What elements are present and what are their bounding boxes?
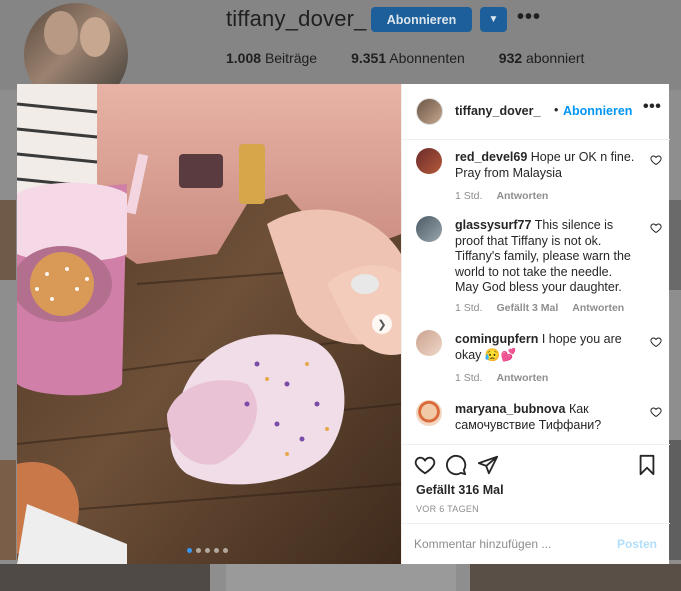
reply-button[interactable]: Antworten	[572, 302, 624, 314]
stat-posts: 1.008 Beiträge	[226, 50, 318, 66]
reply-button[interactable]: Antworten	[496, 190, 548, 202]
post-photo[interactable]: ❯	[17, 84, 401, 564]
carousel-dot	[187, 548, 192, 553]
stat-following[interactable]: 932 abonniert	[499, 50, 585, 66]
more-options-icon[interactable]: •••	[643, 98, 661, 116]
commenter-avatar[interactable]	[416, 148, 442, 174]
comment-likes-count[interactable]: Gefällt 3 Mal	[496, 302, 558, 314]
comment-meta: 1 Std. Antworten	[455, 372, 548, 384]
grid-tile[interactable]	[0, 564, 210, 591]
comment-time[interactable]: 1 Std.	[455, 190, 482, 202]
comment-meta: 1 Std. Gefällt 3 Mal Antworten	[455, 302, 624, 314]
comment-time[interactable]: 1 Std.	[455, 302, 482, 314]
post-timestamp[interactable]: VOR 6 TAGEN	[416, 504, 479, 514]
post-modal: ❯ tiffany_dover_ • Abonnieren ••• red_de…	[17, 84, 670, 564]
profile-stats: 1.008 Beiträge 9.351 Abonnenten 932 abon…	[226, 50, 584, 66]
post-comment-button[interactable]: Posten	[617, 537, 657, 551]
comment-text: maryana_bubnova Как самочувствие Тиффани…	[455, 402, 635, 433]
reply-button[interactable]: Antworten	[496, 372, 548, 384]
chevron-down-icon[interactable]: ▼	[480, 7, 507, 32]
milkshake-photo-image	[17, 84, 401, 564]
post-side-panel: tiffany_dover_ • Abonnieren ••• red_deve…	[401, 84, 670, 564]
stat-followers[interactable]: 9.351 Abonnenten	[351, 50, 465, 66]
commenter-avatar[interactable]	[416, 330, 442, 356]
comments-list[interactable]: red_devel69 Hope ur OK n fine. Pray from…	[402, 140, 670, 444]
commenter-avatar[interactable]	[416, 400, 442, 426]
comment-time[interactable]: 1 Std.	[455, 372, 482, 384]
post-author-avatar[interactable]	[416, 98, 443, 125]
comment-text: comingupfern I hope you are okay 😥💕	[455, 332, 635, 363]
carousel-dot	[214, 548, 219, 553]
grid-tile[interactable]	[669, 200, 681, 290]
comment-text: glassysurf77 This silence is proof that …	[455, 218, 635, 296]
heart-icon[interactable]	[650, 222, 662, 234]
comment-text: red_devel69 Hope ur OK n fine. Pray from…	[455, 150, 635, 181]
grid-tile[interactable]	[0, 460, 16, 560]
next-slide-arrow-icon[interactable]: ❯	[372, 314, 392, 334]
comment-icon[interactable]	[445, 454, 467, 476]
heart-icon[interactable]	[650, 406, 662, 418]
grid-tile[interactable]	[226, 564, 456, 591]
grid-tile[interactable]	[0, 200, 16, 280]
post-actions: Gefällt 316 Mal VOR 6 TAGEN Posten	[402, 444, 670, 564]
grid-tile[interactable]	[669, 440, 681, 560]
post-header: tiffany_dover_ • Abonnieren •••	[402, 84, 670, 140]
commenter-username[interactable]: glassysurf77	[455, 218, 531, 232]
likes-count[interactable]: Gefällt 316 Mal	[416, 483, 504, 497]
heart-icon[interactable]	[650, 336, 662, 348]
comment-input[interactable]	[414, 535, 604, 553]
bookmark-icon[interactable]	[636, 454, 658, 476]
profile-follow-button[interactable]: Abonnieren	[371, 7, 472, 32]
profile-username: tiffany_dover_	[226, 6, 367, 31]
post-follow-button[interactable]: Abonnieren	[563, 104, 632, 118]
commenter-username[interactable]: maryana_bubnova	[455, 402, 565, 416]
carousel-dot	[196, 548, 201, 553]
heart-icon[interactable]	[414, 454, 436, 476]
more-options-icon[interactable]: •••	[517, 6, 541, 29]
separator-dot: •	[554, 103, 559, 117]
grid-tile[interactable]	[470, 564, 681, 591]
carousel-dot	[223, 548, 228, 553]
comment-meta: 1 Std. Antworten	[455, 190, 548, 202]
carousel-dot	[205, 548, 210, 553]
carousel-indicator	[187, 548, 228, 553]
share-icon[interactable]	[477, 454, 499, 476]
commenter-username[interactable]: comingupfern	[455, 332, 538, 346]
commenter-username[interactable]: red_devel69	[455, 150, 527, 164]
commenter-avatar[interactable]	[416, 216, 442, 242]
heart-icon[interactable]	[650, 154, 662, 166]
post-author-username[interactable]: tiffany_dover_	[455, 104, 540, 118]
add-comment-bar: Posten	[402, 523, 670, 565]
